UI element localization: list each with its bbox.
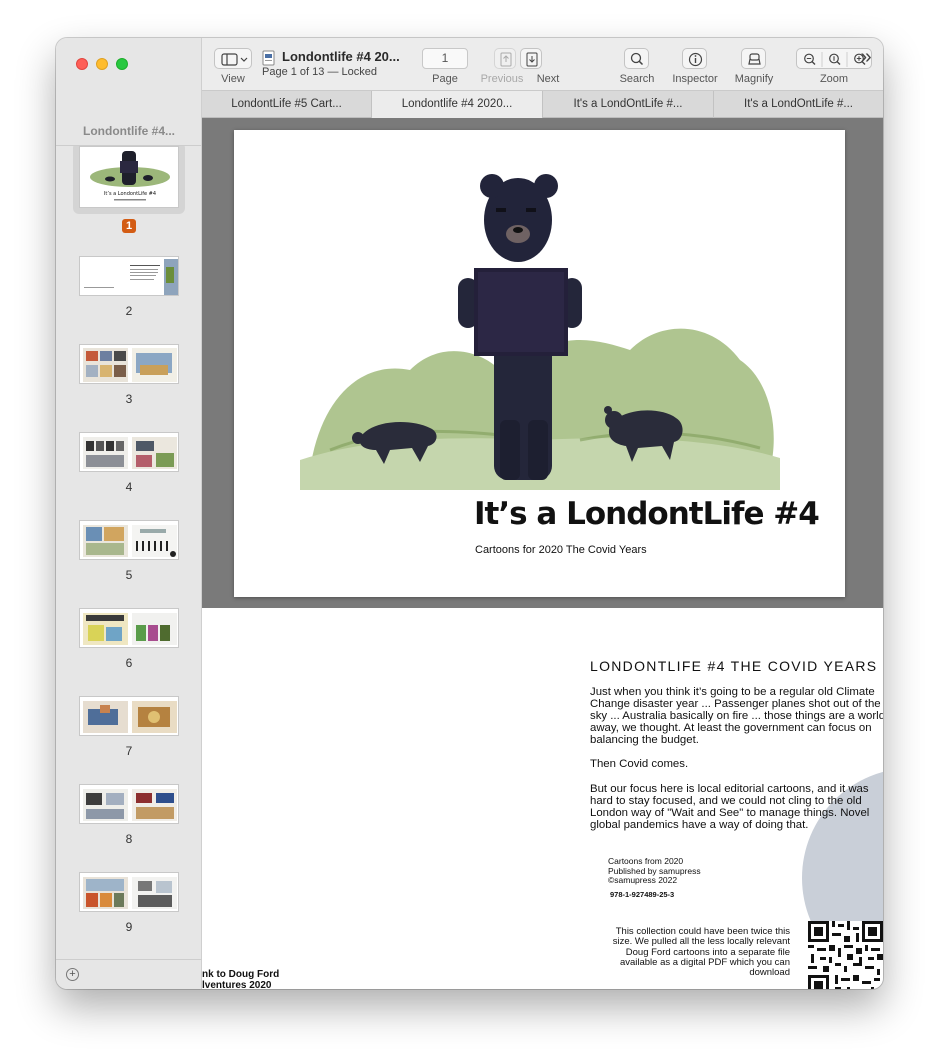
inspector-label: Inspector: [672, 73, 718, 85]
toolbar: View Londontlife #4 20... Page 1 of 13 —…: [202, 38, 883, 90]
page-label: Page: [432, 73, 458, 85]
previous-button[interactable]: [494, 48, 516, 69]
qr-code: [808, 921, 883, 989]
page-2: LONDONTLIFE #4 THE COVID YEARS Just when…: [202, 608, 883, 989]
thumbnail-label: 9: [125, 920, 133, 934]
thumbnail-label: 1: [56, 218, 202, 233]
sidebar-title: Londontlife #4...: [83, 124, 175, 138]
magnify-button[interactable]: [741, 48, 766, 69]
intro-paragraph: Just when you think it’s going to be a r…: [590, 686, 883, 747]
pub-line: ©samupress 2022: [608, 875, 678, 885]
thumbnail-image: [79, 520, 179, 560]
sidebar-toggle-icon: [221, 53, 248, 66]
add-icon[interactable]: +: [66, 968, 79, 981]
left-page-line: nk to Doug Ford: [202, 969, 280, 980]
thumbnail-label: 5: [125, 568, 133, 582]
thumbnail-label: 6: [125, 656, 133, 670]
thumbnail-label: 2: [125, 304, 133, 318]
magnifier-icon: [748, 53, 761, 65]
thumbnail-label: 4: [125, 480, 133, 494]
document-icon: [262, 50, 275, 66]
cover-subtitle: Cartoons for 2020 The Covid Years: [475, 544, 647, 556]
zoom-out-icon: [804, 53, 816, 65]
publication-info: Cartoons from 2020 Published by samupres…: [608, 856, 701, 886]
intro-paragraph: But our focus here is local editorial ca…: [590, 782, 870, 831]
thumbnail-image: [79, 432, 179, 472]
inspector-button[interactable]: [682, 48, 707, 69]
thumbnail-image: [79, 784, 179, 824]
intro-paragraph: Then Covid comes.: [590, 758, 689, 771]
thumbnail-image: [79, 696, 179, 736]
isbn: 978-1-927489-25-3: [610, 890, 675, 899]
sidebar-footer: +: [56, 959, 202, 989]
left-page-text: nk to Doug Ford lventures 2020: [202, 969, 279, 989]
tab-its-a-londontlife-b[interactable]: It's a LondOntLife #...: [714, 91, 883, 118]
thumbnail-label: 7: [125, 744, 133, 758]
tab-its-a-londontlife-a[interactable]: It's a LondOntLife #...: [543, 91, 714, 118]
thumbnail-image: [79, 872, 179, 912]
document-status: Page 1 of 13 — Locked: [262, 66, 377, 78]
next-button[interactable]: [520, 48, 542, 69]
actual-size-icon: [829, 53, 841, 65]
zoom-label: Zoom: [819, 73, 849, 85]
svg-text:It’s a LondontLife #4: It’s a LondontLife #4: [104, 191, 156, 197]
search-button[interactable]: [624, 48, 649, 69]
view-label: View: [221, 73, 245, 85]
thumbnail-image: [79, 344, 179, 384]
document-title: Londontlife #4 20...: [282, 49, 400, 64]
magnify-label: Magnify: [734, 73, 774, 85]
thumbnail-image: [79, 608, 179, 648]
collection-note: This collection could have been twice th…: [612, 926, 790, 979]
next-label: Next: [536, 73, 560, 85]
sidebar: Londontlife #4... It’s a LondontLife #4: [56, 38, 202, 989]
next-page-icon: [526, 52, 538, 67]
page2-heading: LONDONTLIFE #4 THE COVID YEARS: [590, 658, 878, 674]
page2-intro: Just when you think it’s going to be a r…: [590, 686, 883, 843]
page-1: It’s a LondontLife #4 Cartoons for 2020 …: [234, 130, 845, 597]
previous-page-icon: [500, 52, 512, 67]
previous-label: Previous: [480, 73, 524, 85]
search-icon: [630, 52, 644, 66]
thumbnail-label: 8: [125, 832, 133, 846]
zoom-window-button[interactable]: [116, 58, 128, 70]
cover-title: It’s a LondontLife #4: [474, 496, 820, 532]
close-window-button[interactable]: [76, 58, 88, 70]
info-icon: [688, 52, 703, 67]
tab-londontlife-4[interactable]: Londontlife #4 2020...: [372, 91, 543, 118]
thumbnail-label: 3: [125, 392, 133, 406]
search-label: Search: [619, 73, 655, 85]
cover-bear-illustration: [300, 174, 780, 490]
tab-londontlife-5[interactable]: LondontLife #5 Cart...: [202, 91, 372, 118]
thumbnail-list[interactable]: It’s a LondontLife #4 1 2 3 4 5 6 7 8 9: [56, 146, 202, 959]
view-button[interactable]: [214, 48, 252, 69]
preview-window: Londontlife #4... It’s a LondontLife #4: [56, 38, 883, 989]
tab-bar: LondontLife #5 Cart... Londontlife #4 20…: [202, 90, 883, 118]
minimize-window-button[interactable]: [96, 58, 108, 70]
document-view[interactable]: It’s a LondontLife #4 Cartoons for 2020 …: [202, 118, 883, 989]
thumbnail-image: [79, 256, 179, 296]
left-page-line: lventures 2020: [202, 980, 272, 989]
thumbnail-image: It’s a LondontLife #4: [79, 146, 179, 208]
page-number-field[interactable]: 1: [422, 48, 468, 69]
toolbar-overflow-icon[interactable]: »: [852, 46, 880, 68]
